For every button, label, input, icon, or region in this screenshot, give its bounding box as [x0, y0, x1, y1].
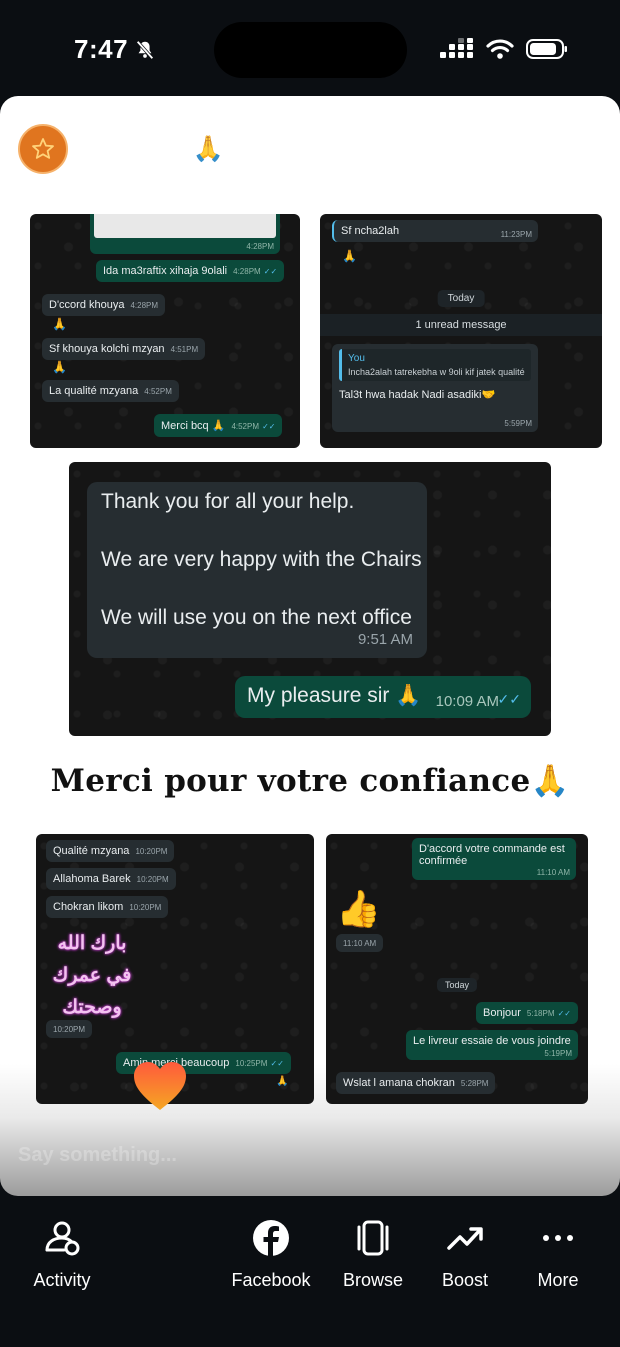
avatar[interactable]	[18, 124, 68, 174]
unread-banner: 1 unread message	[320, 314, 602, 336]
signal-icon	[440, 38, 473, 58]
bottom-tab-bar: Activity Facebook Browse Boost More	[0, 1196, 620, 1347]
message-bubble: Sf khouya kolchi mzyan 4:51PM	[42, 338, 206, 360]
tab-label: Browse	[342, 1270, 404, 1290]
tab-label: Activity	[33, 1270, 91, 1290]
arabic-sticker: بارك الله في عمرك وصحتك	[52, 933, 132, 1018]
wifi-icon	[486, 39, 514, 59]
star-icon	[32, 138, 54, 159]
image-message: 4:28PM	[90, 214, 280, 254]
heart-reaction-icon[interactable]	[132, 1060, 188, 1112]
thumbs-up-sticker: 👍	[336, 888, 381, 929]
reaction-emoji: 🙏	[342, 249, 357, 263]
message-bubble: Chokran likom 10:20PM	[46, 896, 169, 918]
chat-screenshot-3: Thank you for all your help. We are very…	[69, 462, 551, 736]
reply-input[interactable]: Say something...	[18, 1144, 177, 1167]
date-pill: Today	[436, 978, 478, 992]
activity-icon	[45, 1221, 80, 1256]
close-icon[interactable]	[572, 130, 606, 164]
tab-more[interactable]: More	[508, 1218, 608, 1291]
sticker-time: 10:20PM	[46, 1020, 93, 1038]
tab-label: Boost	[441, 1270, 489, 1290]
message-bubble: La qualité mzyana 4:52PM	[42, 380, 179, 402]
message-bubble: Sf ncha2lah 11:23PM	[332, 220, 538, 242]
message-bubble: My pleasure sir 🙏 10:09 AM ✓✓	[235, 676, 531, 718]
tab-label: More	[537, 1270, 579, 1290]
more-icon	[543, 1235, 573, 1241]
battery-icon	[526, 39, 567, 59]
story-date: February 23	[241, 135, 372, 162]
message-bubble: Qualité mzyana 10:20PM	[46, 840, 175, 862]
boost-icon	[447, 1227, 483, 1250]
status-bar: 7:47	[0, 0, 620, 96]
browse-icon	[357, 1220, 389, 1256]
message-bubble: Le livreur essaie de vous joindre 5:19PM	[406, 1030, 578, 1060]
story-progress	[12, 106, 608, 110]
chat-screenshot-2: Sf ncha2lah 11:23PM 🙏 Today 1 unread mess…	[320, 214, 602, 448]
tab-label: Facebook	[231, 1270, 311, 1290]
tab-boost[interactable]: Boost	[415, 1218, 515, 1291]
message-bubble: D'accord votre commande est confirmée 11…	[412, 838, 576, 880]
message-bubble: D'ccord khouya 4:28PM	[42, 294, 166, 316]
story-caption: Merci pour votre confiance🙏	[50, 763, 570, 799]
tab-browse[interactable]: Browse	[323, 1218, 423, 1291]
dynamic-island	[214, 22, 407, 78]
reaction-emoji: 🙏	[276, 1076, 289, 1087]
sticker-time: 11:10 AM	[336, 934, 384, 952]
date-pill: Today	[437, 290, 485, 307]
silent-bell-icon	[136, 40, 154, 60]
message-bubble: Allahoma Barek 10:20PM	[46, 868, 176, 890]
chat-screenshot-1: 4:28PM Ida ma3raftix xihaja 9olali 4:28PM…	[30, 214, 300, 448]
reaction-emoji: 🙏	[52, 360, 67, 374]
status-time: 7:47	[74, 34, 129, 64]
quoted-message-bubble: You Incha2alah tatrekebha w 9oli kif jat…	[332, 344, 538, 432]
tab-activity[interactable]: Activity	[12, 1218, 112, 1291]
story-header: Vos avis 🙏 February 23	[18, 124, 371, 174]
reaction-emoji: 🙏	[52, 317, 67, 331]
message-bubble: Ida ma3raftix xihaja 9olali 4:28PM ✓✓	[96, 260, 285, 282]
story-viewer[interactable]: Vos avis 🙏 February 23 4:28PM Ida ma3raf…	[0, 96, 620, 1196]
chat-screenshot-5: D'accord votre commande est confirmée 11…	[326, 834, 588, 1104]
story-title: Vos avis 🙏	[86, 134, 224, 163]
message-bubble: Thank you for all your help. We are very…	[87, 482, 427, 658]
facebook-icon	[253, 1220, 289, 1256]
message-bubble: Wslat l amana chokran 5:28PM	[336, 1072, 496, 1094]
message-bubble: Merci bcq 🙏 4:52PM ✓✓	[154, 414, 283, 437]
tab-facebook[interactable]: Facebook	[221, 1218, 321, 1291]
message-bubble: Bonjour 5:18PM ✓✓	[476, 1002, 578, 1024]
